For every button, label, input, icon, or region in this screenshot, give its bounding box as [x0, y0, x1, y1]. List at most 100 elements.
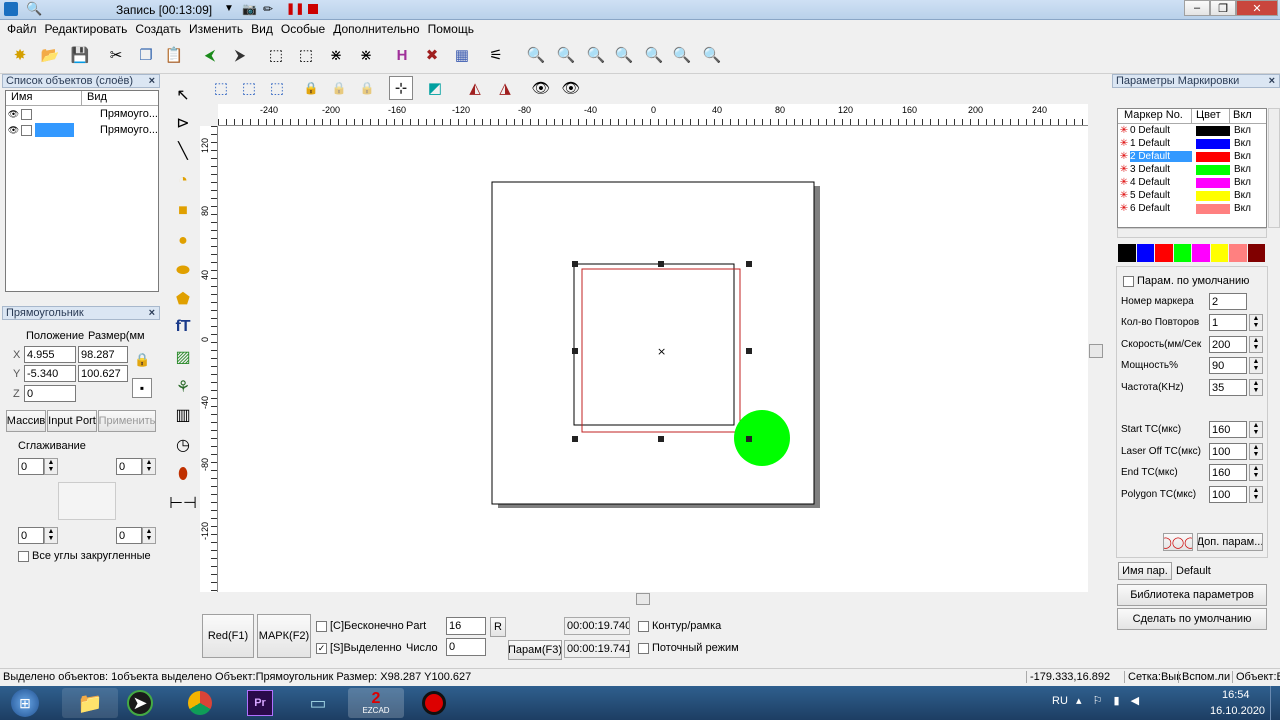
param-field[interactable]	[1209, 293, 1247, 310]
y-field[interactable]	[24, 365, 76, 382]
palette-color-swatch[interactable]	[1155, 244, 1173, 262]
palette-color-swatch[interactable]	[1192, 244, 1210, 262]
input-port-button[interactable]: Input Port	[47, 410, 97, 432]
premiere-icon[interactable]: Pr	[232, 688, 288, 718]
palette-color-swatch[interactable]	[1136, 244, 1154, 262]
explorer-icon[interactable]: 📁	[62, 688, 118, 718]
col-view[interactable]: Вид	[82, 91, 107, 105]
param-field[interactable]	[1209, 379, 1247, 396]
circle-tool-icon[interactable]: ●	[171, 228, 195, 254]
app-arrow-icon[interactable]: ➤	[112, 688, 168, 718]
status-grid[interactable]: Сетка:Вык	[1124, 671, 1181, 683]
apply-button[interactable]: Применить	[98, 410, 156, 432]
selected-checkbox[interactable]: ✓ [S]Выделенно	[316, 642, 402, 654]
ungroup-icon[interactable]: ⬚	[237, 76, 261, 100]
vector-file-icon[interactable]: ⚘	[171, 374, 195, 400]
marker-row[interactable]: ✳ 2 Default Вкл	[1118, 150, 1266, 163]
chrome-icon[interactable]	[172, 688, 228, 718]
language-indicator[interactable]: RU	[1052, 695, 1068, 707]
save-icon[interactable]: 💾	[68, 43, 92, 67]
menu-special[interactable]: Особые	[277, 20, 329, 38]
node-add-icon[interactable]: ⋇	[324, 43, 348, 67]
col-on[interactable]: Вкл	[1230, 109, 1252, 123]
calculator-icon[interactable]: ▦	[450, 43, 474, 67]
spin-arrows[interactable]: ▲ ▼	[1249, 486, 1263, 503]
marker-row[interactable]: ✳ 0 Default Вкл	[1118, 124, 1266, 137]
menu-file[interactable]: Файл	[3, 20, 41, 38]
param-button[interactable]: Парам(F3)	[508, 640, 562, 660]
scroll-thumb[interactable]	[636, 593, 650, 605]
param-field[interactable]	[1209, 464, 1247, 481]
tools-icon[interactable]: ✖	[420, 43, 444, 67]
spin-arrows[interactable]: ▲ ▼	[44, 458, 58, 475]
marker-row[interactable]: ✳ 6 Default Вкл	[1118, 202, 1266, 215]
spin-arrows[interactable]: ▲ ▼	[1249, 336, 1263, 353]
lock-icon[interactable]: 🔒	[299, 76, 323, 100]
close-icon[interactable]: ×	[149, 75, 155, 87]
zoom-in-icon[interactable]: 🔍	[554, 43, 578, 67]
vertical-scrollbar[interactable]	[1088, 104, 1104, 592]
eye-all-icon[interactable]: 👁	[559, 76, 583, 100]
checkbox[interactable]	[21, 124, 32, 136]
spin-arrows[interactable]: ▲ ▼	[142, 527, 156, 544]
show-desktop-button[interactable]	[1270, 686, 1280, 720]
palette-color-swatch[interactable]	[1247, 244, 1265, 262]
start-button[interactable]: ⊞	[0, 688, 50, 718]
mirror-v-icon[interactable]: ◮	[493, 76, 517, 100]
param-field[interactable]	[1209, 421, 1247, 438]
param-field[interactable]	[1209, 443, 1247, 460]
param-field[interactable]	[1209, 336, 1247, 353]
mirror-h-icon[interactable]: ◭	[463, 76, 487, 100]
spin-arrows[interactable]: ▲ ▼	[1249, 357, 1263, 374]
align-icon[interactable]: ⚟	[484, 43, 508, 67]
copy-icon[interactable]: ❐	[134, 43, 158, 67]
pen-icon[interactable]: ✏	[263, 2, 273, 16]
palette-color-swatch[interactable]	[1210, 244, 1228, 262]
menu-view[interactable]: Вид	[247, 20, 277, 38]
count-field[interactable]	[446, 638, 486, 656]
mark-button[interactable]: MАРК(F2)	[257, 614, 311, 658]
minimize-button[interactable]: –	[1184, 0, 1210, 16]
part-field[interactable]	[446, 617, 486, 635]
zoom-out-icon[interactable]: 🔍	[612, 43, 636, 67]
ezcad-icon[interactable]: 2 EZCAD	[348, 688, 404, 718]
pause-icon[interactable]: ❚❚	[286, 2, 304, 15]
io-tool-icon[interactable]: ⬮	[171, 462, 195, 488]
spin-arrows[interactable]: ▲ ▼	[1249, 421, 1263, 438]
image-tool-icon[interactable]: ▨	[171, 344, 195, 370]
eye-icon[interactable]: 👁	[529, 76, 553, 100]
param-library-button[interactable]: Библиотека параметров	[1117, 584, 1267, 606]
x-field[interactable]	[24, 346, 76, 363]
round-corners-checkbox[interactable]: Все углы закругленные	[18, 550, 151, 562]
spin-arrows[interactable]: ▲ ▼	[142, 458, 156, 475]
spin-arrows[interactable]: ▲ ▼	[1249, 379, 1263, 396]
spin-arrows[interactable]: ▲ ▼	[1249, 443, 1263, 460]
r-button[interactable]: R	[490, 617, 506, 637]
close-icon[interactable]: ×	[149, 307, 155, 319]
col-color[interactable]: Цвет	[1192, 109, 1230, 123]
param-field[interactable]	[1209, 486, 1247, 503]
stop-icon[interactable]	[308, 4, 318, 14]
menu-extra[interactable]: Дополнительно	[329, 20, 423, 38]
layers-icon[interactable]: ◩	[423, 76, 447, 100]
stream-checkbox[interactable]: Поточный режим	[638, 642, 739, 654]
folder-icon[interactable]: ▭	[290, 688, 346, 718]
col-name[interactable]: Имя	[6, 91, 82, 105]
spin-arrows[interactable]: ▲ ▼	[44, 527, 58, 544]
param-field[interactable]	[1209, 357, 1247, 374]
width-field[interactable]	[78, 346, 128, 363]
marker-hscroll[interactable]	[1117, 228, 1267, 238]
canvas[interactable]: ×	[218, 126, 1088, 592]
barcode-tool-icon[interactable]: ▥	[171, 402, 195, 428]
zoom-selected-icon[interactable]: 🔍	[700, 43, 724, 67]
z-field[interactable]	[24, 385, 76, 402]
menu-help[interactable]: Помощь	[424, 20, 478, 38]
timer-tool-icon[interactable]: ◷	[171, 432, 195, 458]
open-folder-icon[interactable]: 📂	[38, 43, 62, 67]
corner-spin-1[interactable]	[18, 458, 44, 475]
marker-row[interactable]: ✳ 3 Default Вкл	[1118, 163, 1266, 176]
spin-arrows[interactable]: ▲ ▼	[1249, 314, 1263, 331]
contour-checkbox[interactable]: Контур/рамка	[638, 620, 721, 632]
marker-row[interactable]: ✳ 5 Default Вкл	[1118, 189, 1266, 202]
camera-icon[interactable]: 📷	[242, 2, 257, 16]
